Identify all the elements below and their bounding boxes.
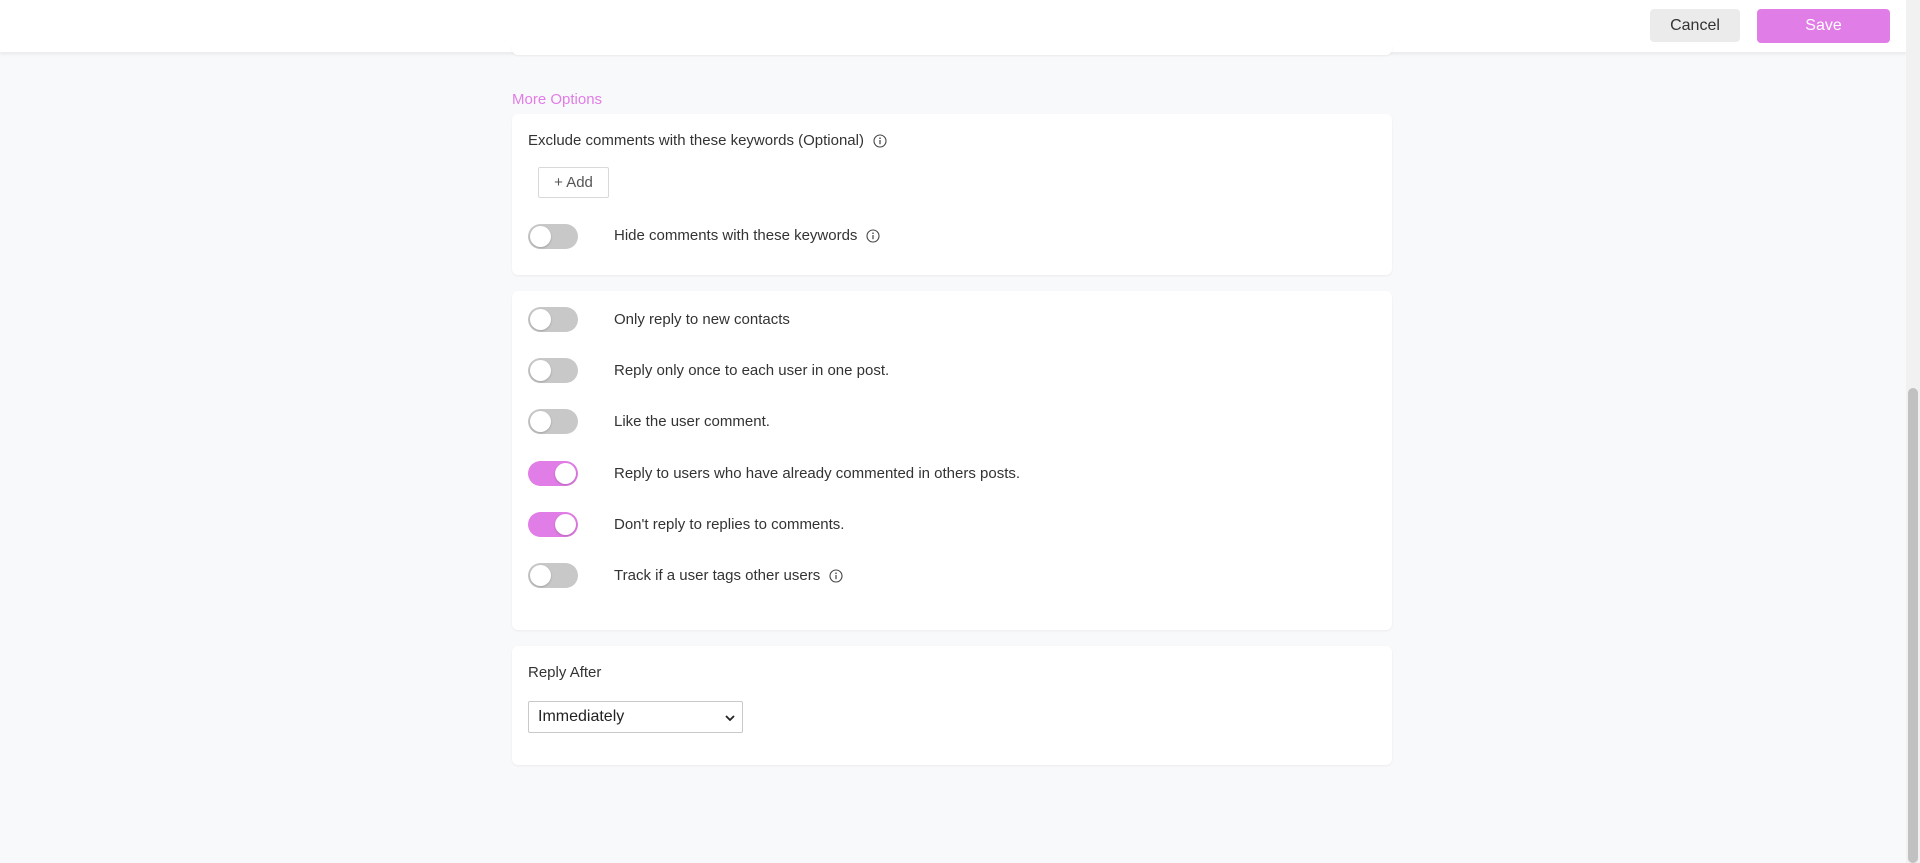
option-label: Track if a user tags other users bbox=[614, 567, 821, 584]
toggle-knob bbox=[530, 226, 551, 247]
option-label: Only reply to new contacts bbox=[614, 311, 790, 328]
chevron-down-icon bbox=[725, 715, 735, 722]
hide-comments-toggle[interactable] bbox=[528, 224, 578, 249]
exclude-keywords-label: Exclude comments with these keywords (Op… bbox=[528, 132, 864, 149]
hide-comments-label: Hide comments with these keywords bbox=[614, 227, 858, 244]
option-row-label: Like the user comment. bbox=[614, 413, 770, 430]
toggle-knob bbox=[530, 309, 551, 330]
scrollbar-thumb[interactable] bbox=[1908, 388, 1918, 863]
toggle-reply-commented-others[interactable] bbox=[528, 461, 578, 486]
option-row-label: Track if a user tags other users bbox=[614, 567, 843, 584]
add-keyword-button[interactable]: + Add bbox=[538, 167, 609, 198]
reply-after-selected-value: Immediately bbox=[538, 708, 625, 725]
option-row-label: Reply only once to each user in one post… bbox=[614, 362, 889, 379]
reply-after-select[interactable]: Immediately bbox=[528, 701, 743, 733]
info-icon[interactable] bbox=[873, 133, 887, 148]
cancel-button[interactable]: Cancel bbox=[1650, 9, 1740, 42]
reply-after-label: Reply After bbox=[528, 664, 602, 681]
hide-comments-row: Hide comments with these keywords bbox=[614, 227, 880, 244]
reply-after-card: Reply After Immediately bbox=[512, 646, 1392, 765]
save-button[interactable]: Save bbox=[1757, 9, 1890, 43]
toggle-only-new-contacts[interactable] bbox=[528, 307, 578, 332]
reply-options-card: Only reply to new contacts Reply only on… bbox=[512, 291, 1392, 630]
toggle-knob bbox=[530, 411, 551, 432]
toggle-track-user-tags[interactable] bbox=[528, 563, 578, 588]
info-icon[interactable] bbox=[829, 568, 843, 583]
toggle-knob bbox=[555, 514, 576, 535]
option-row-label: Don't reply to replies to comments. bbox=[614, 516, 844, 533]
toggle-no-reply-to-replies[interactable] bbox=[528, 512, 578, 537]
option-row-label: Reply to users who have already commente… bbox=[614, 465, 1020, 482]
exclude-keywords-card: Exclude comments with these keywords (Op… bbox=[512, 114, 1392, 275]
option-label: Like the user comment. bbox=[614, 413, 770, 430]
reply-after-title: Reply After bbox=[528, 664, 601, 681]
option-label: Reply only once to each user in one post… bbox=[614, 362, 890, 379]
toggle-like-comment[interactable] bbox=[528, 409, 578, 434]
toggle-knob bbox=[530, 360, 551, 381]
toggle-reply-once[interactable] bbox=[528, 358, 578, 383]
toggle-knob bbox=[555, 463, 576, 484]
previous-card-edge bbox=[512, 46, 1392, 55]
info-icon[interactable] bbox=[866, 228, 880, 243]
exclude-keywords-title: Exclude comments with these keywords (Op… bbox=[528, 132, 887, 149]
more-options-link[interactable]: More Options bbox=[512, 91, 602, 108]
option-row-label: Only reply to new contacts bbox=[614, 311, 790, 328]
toggle-knob bbox=[530, 565, 551, 586]
option-label: Reply to users who have already commente… bbox=[614, 465, 1021, 482]
option-label: Don't reply to replies to comments. bbox=[614, 516, 845, 533]
